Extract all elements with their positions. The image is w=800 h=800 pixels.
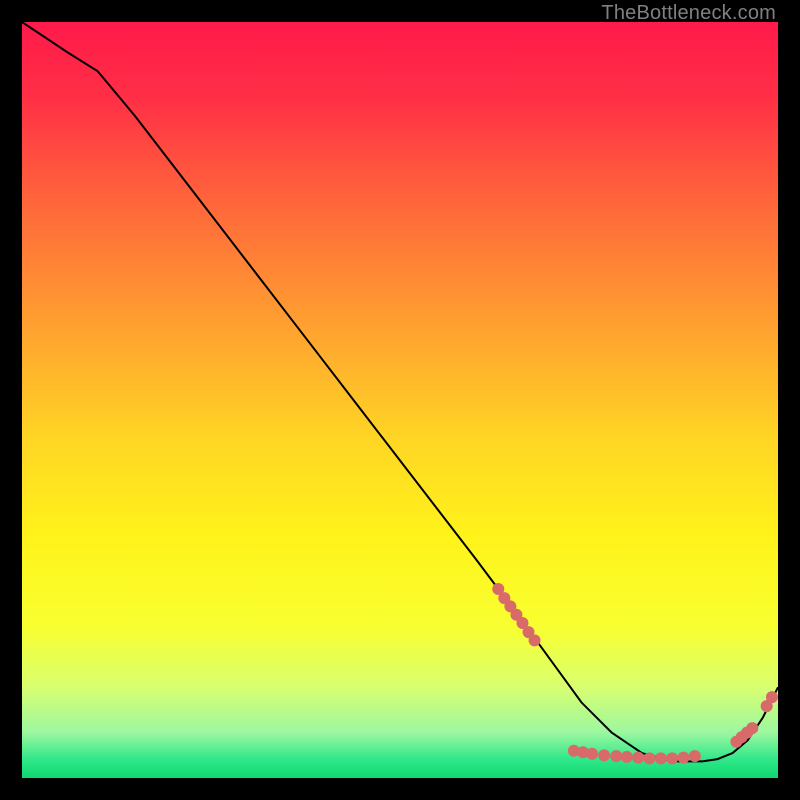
chart-svg [22, 22, 778, 778]
marker-dot [766, 691, 778, 703]
marker-dot [655, 752, 667, 764]
marker-dot [586, 748, 598, 760]
chart-frame [22, 22, 778, 778]
marker-dot [598, 749, 610, 761]
marker-dot [689, 750, 701, 762]
marker-dot [666, 752, 678, 764]
marker-dot [678, 752, 690, 764]
chart-background [22, 22, 778, 778]
watermark-text: TheBottleneck.com [601, 2, 776, 25]
marker-dot [621, 751, 633, 763]
marker-dot [632, 752, 644, 764]
marker-dot [746, 722, 758, 734]
marker-dot [643, 752, 655, 764]
marker-dot [529, 634, 541, 646]
marker-dot [610, 750, 622, 762]
